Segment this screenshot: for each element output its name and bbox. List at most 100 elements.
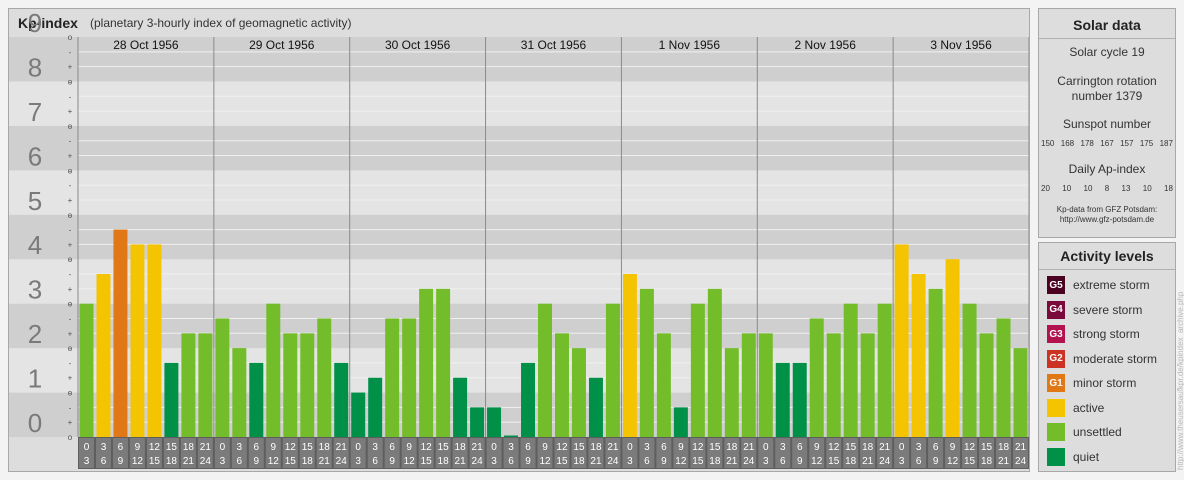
interval-end-label: 12 [404, 456, 416, 467]
y-subtick-zero: o [68, 300, 73, 309]
legend-swatch: G5 [1047, 276, 1065, 294]
y-subtick-minus: - [69, 226, 72, 235]
interval-start-label: 0 [220, 442, 226, 453]
interval-end-label: 6 [780, 456, 786, 467]
y-tick-label: 3 [28, 275, 42, 305]
kp-bar [605, 303, 620, 437]
interval-end-label: 3 [763, 456, 769, 467]
kp-bar [249, 362, 264, 437]
interval-end-label: 24 [743, 456, 755, 467]
interval-start-label: 15 [573, 442, 585, 453]
interval-end-label: 21 [455, 456, 467, 467]
kp-bar [215, 318, 230, 437]
interval-start-label: 0 [355, 442, 361, 453]
interval-end-label: 15 [964, 456, 976, 467]
kp-bar [538, 303, 552, 437]
interval-start-label: 12 [692, 442, 704, 453]
legend-swatch [1047, 447, 1065, 466]
kp-bar [130, 244, 145, 437]
interval-end-label: 15 [828, 456, 840, 467]
interval-end-label: 21 [862, 456, 874, 467]
kp-bar [928, 288, 943, 437]
interval-end-label: 9 [389, 456, 395, 467]
carrington-line-2: number 1379 [1071, 89, 1143, 103]
kp-bar [877, 303, 892, 437]
kp-bar [809, 318, 824, 437]
interval-start-label: 6 [933, 442, 939, 453]
legend-item: G4 severe storm [1047, 300, 1142, 320]
y-subtick-zero: o [68, 166, 73, 175]
y-subtick-plus: + [68, 63, 73, 72]
day-label: 29 Oct 1956 [249, 38, 315, 52]
y-tick-label: 5 [28, 186, 42, 216]
kp-bar [385, 318, 400, 437]
kp-bar [487, 407, 502, 437]
legend-swatch [1047, 398, 1065, 417]
sunspot-values: 150 168 178 167 157 175 187 [1041, 139, 1173, 148]
interval-start-label: 12 [964, 442, 976, 453]
interval-start-label: 0 [763, 442, 769, 453]
kp-bar [656, 333, 671, 437]
interval-start-label: 18 [183, 442, 195, 453]
interval-end-label: 24 [472, 456, 484, 467]
kp-bar [504, 435, 519, 437]
legend-label: minor storm [1073, 376, 1137, 390]
interval-start-label: 9 [271, 442, 277, 453]
interval-end-label: 6 [372, 456, 378, 467]
interval-start-label: 12 [285, 442, 297, 453]
interval-start-label: 3 [644, 442, 650, 453]
interval-end-label: 21 [998, 456, 1010, 467]
legend-swatch [1047, 423, 1065, 441]
kp-bar [470, 407, 485, 437]
interval-end-label: 3 [491, 456, 497, 467]
kp-band [61, 170, 1029, 215]
kp-bar [724, 348, 739, 437]
interval-start-label: 21 [472, 442, 484, 453]
kp-bar [402, 318, 417, 437]
y-subtick-minus: - [69, 270, 72, 279]
interval-start-label: 15 [981, 442, 993, 453]
interval-end-label: 18 [573, 456, 585, 467]
interval-start-label: 3 [916, 442, 922, 453]
interval-end-label: 21 [319, 456, 331, 467]
interval-start-label: 18 [590, 442, 602, 453]
kp-bar [707, 288, 722, 437]
kp-bar [758, 333, 773, 437]
interval-start-label: 3 [508, 442, 514, 453]
kp-bar [300, 333, 315, 437]
divider [1039, 269, 1175, 270]
interval-end-label: 3 [899, 456, 905, 467]
kp-bar [453, 377, 468, 437]
ap-values: 20 10 10 8 13 10 18 [1041, 184, 1173, 193]
y-tick-label: 4 [28, 230, 42, 260]
interval-end-label: 18 [438, 456, 450, 467]
interval-end-label: 15 [149, 456, 161, 467]
kp-bar [181, 333, 196, 437]
legend-item: G2 moderate storm [1047, 349, 1157, 369]
interval-start-label: 12 [149, 442, 161, 453]
kp-bar [979, 333, 994, 437]
kp-bar [673, 407, 688, 437]
kp-bar [826, 333, 841, 437]
interval-start-label: 6 [525, 442, 531, 453]
interval-start-label: 21 [607, 442, 619, 453]
y-tick-label: 9 [28, 9, 42, 38]
kp-bar [521, 362, 536, 437]
solar-data-title: Solar data [1073, 17, 1141, 33]
interval-end-label: 6 [644, 456, 650, 467]
legend-label: active [1073, 400, 1105, 415]
kp-bar-chart: 0123456789+--+--+--+--+--+--+--+--+-oooo… [9, 9, 1029, 469]
kp-bar [690, 303, 705, 437]
kp-bar [639, 288, 654, 437]
interval-end-label: 12 [132, 456, 144, 467]
kp-bar [996, 318, 1011, 437]
divider [1039, 38, 1175, 39]
legend-item: G1 minor storm [1047, 373, 1136, 393]
interval-start-label: 6 [118, 442, 124, 453]
source-link[interactable]: http://www.gfz-potsdam.de [1039, 215, 1175, 224]
interval-start-label: 0 [899, 442, 905, 453]
interval-start-label: 18 [319, 442, 331, 453]
value-cell: 168 [1060, 139, 1075, 148]
legend-label: quiet [1073, 449, 1100, 464]
interval-end-label: 12 [675, 456, 687, 467]
